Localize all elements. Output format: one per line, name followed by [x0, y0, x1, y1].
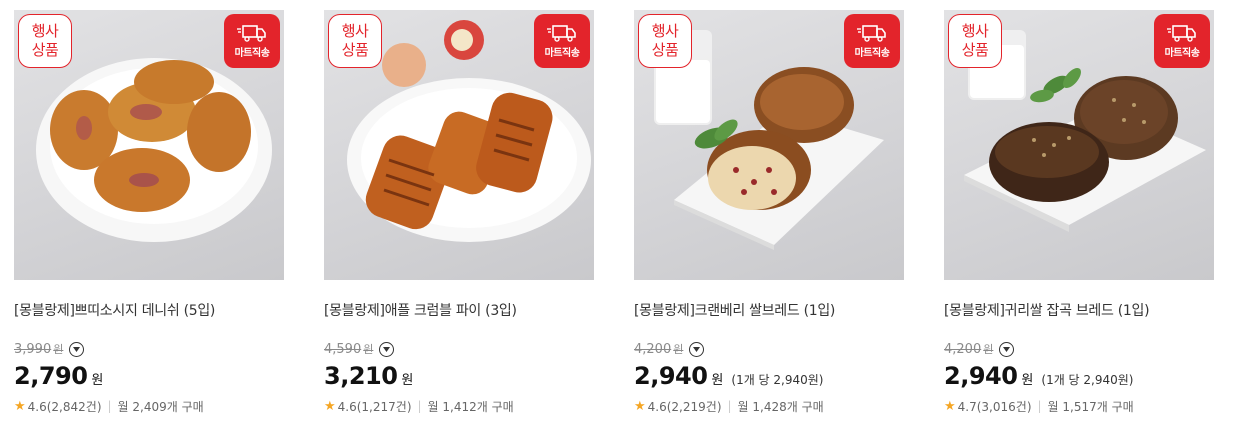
unit-price: (1개 당 2,940원)	[731, 373, 824, 387]
star-icon: ★	[634, 398, 646, 414]
original-price: 4,200 원	[634, 342, 684, 357]
chevron-down-icon[interactable]	[689, 341, 705, 357]
star-icon: ★	[944, 398, 956, 414]
chevron-down-icon[interactable]	[999, 341, 1015, 357]
truck-icon	[547, 25, 576, 42]
product-card[interactable]: 행사 상품 마트직송 [몽블랑제]애플 크럼블 파이 (3입) 4,590 원 3…	[324, 10, 594, 414]
monthly-purchases: 월 1,428개 구매	[737, 399, 824, 414]
product-image[interactable]: 행사 상품 마트직송	[324, 10, 594, 280]
chevron-down-icon[interactable]	[379, 341, 395, 357]
mart-delivery-badge: 마트직송	[844, 14, 900, 68]
monthly-purchases: 월 2,409개 구매	[117, 399, 204, 414]
divider: |	[727, 399, 732, 413]
rating: 4.7(3,016건)	[957, 399, 1032, 414]
product-image[interactable]: 행사 상품 마트직송	[634, 10, 904, 280]
product-card[interactable]: 행사 상품 마트직송 [몽블랑제]크랜베리 쌀브레드 (1입) 4,200 원 2…	[634, 10, 904, 414]
truck-icon	[1167, 25, 1196, 42]
product-card[interactable]: 행사 상품 마트직송 [몽블랑제]쁘띠소시지 데니쉬 (5입) 3,990 원 2…	[14, 10, 284, 414]
monthly-purchases: 월 1,517개 구매	[1047, 399, 1134, 414]
product-title[interactable]: [몽블랑제]쁘띠소시지 데니쉬 (5입)	[14, 300, 284, 319]
product-title[interactable]: [몽블랑제]크랜베리 쌀브레드 (1입)	[634, 300, 904, 319]
sale-price-unit: 원	[1021, 373, 1034, 388]
rating: 4.6(2,219건)	[647, 399, 722, 414]
product-image[interactable]: 행사 상품 마트직송	[944, 10, 1214, 280]
event-badge: 행사 상품	[638, 14, 692, 68]
sale-price: 2,790	[14, 362, 88, 390]
original-price: 4,200 원	[944, 342, 994, 357]
sale-price-unit: 원	[401, 373, 414, 388]
mart-delivery-badge: 마트직송	[224, 14, 280, 68]
sale-price: 2,940	[634, 362, 708, 390]
divider: |	[417, 399, 422, 413]
star-icon: ★	[14, 398, 26, 414]
mart-delivery-badge: 마트직송	[534, 14, 590, 68]
truck-icon	[857, 25, 886, 42]
original-price: 3,990 원	[14, 342, 64, 357]
rating: 4.6(1,217건)	[337, 399, 412, 414]
divider: |	[1037, 399, 1042, 413]
chevron-down-icon[interactable]	[69, 341, 85, 357]
sale-price: 2,940	[944, 362, 1018, 390]
product-card[interactable]: 행사 상품 마트직송 [몽블랑제]귀리쌀 잡곡 브레드 (1입) 4,200 원 …	[944, 10, 1214, 414]
divider: |	[107, 399, 112, 413]
mart-delivery-label: 마트직송	[544, 48, 580, 59]
mart-delivery-label: 마트직송	[854, 48, 890, 59]
mart-delivery-label: 마트직송	[234, 48, 270, 59]
original-price: 4,590 원	[324, 342, 374, 357]
event-badge: 행사 상품	[18, 14, 72, 68]
product-title[interactable]: [몽블랑제]애플 크럼블 파이 (3입)	[324, 300, 594, 319]
sale-price: 3,210	[324, 362, 398, 390]
rating: 4.6(2,842건)	[27, 399, 102, 414]
event-badge: 행사 상품	[948, 14, 1002, 68]
unit-price: (1개 당 2,940원)	[1041, 373, 1134, 387]
mart-delivery-badge: 마트직송	[1154, 14, 1210, 68]
event-badge: 행사 상품	[328, 14, 382, 68]
mart-delivery-label: 마트직송	[1164, 48, 1200, 59]
sale-price-unit: 원	[91, 373, 104, 388]
star-icon: ★	[324, 398, 336, 414]
product-image[interactable]: 행사 상품 마트직송	[14, 10, 284, 280]
product-title[interactable]: [몽블랑제]귀리쌀 잡곡 브레드 (1입)	[944, 300, 1214, 319]
monthly-purchases: 월 1,412개 구매	[427, 399, 514, 414]
sale-price-unit: 원	[711, 373, 724, 388]
truck-icon	[237, 25, 266, 42]
